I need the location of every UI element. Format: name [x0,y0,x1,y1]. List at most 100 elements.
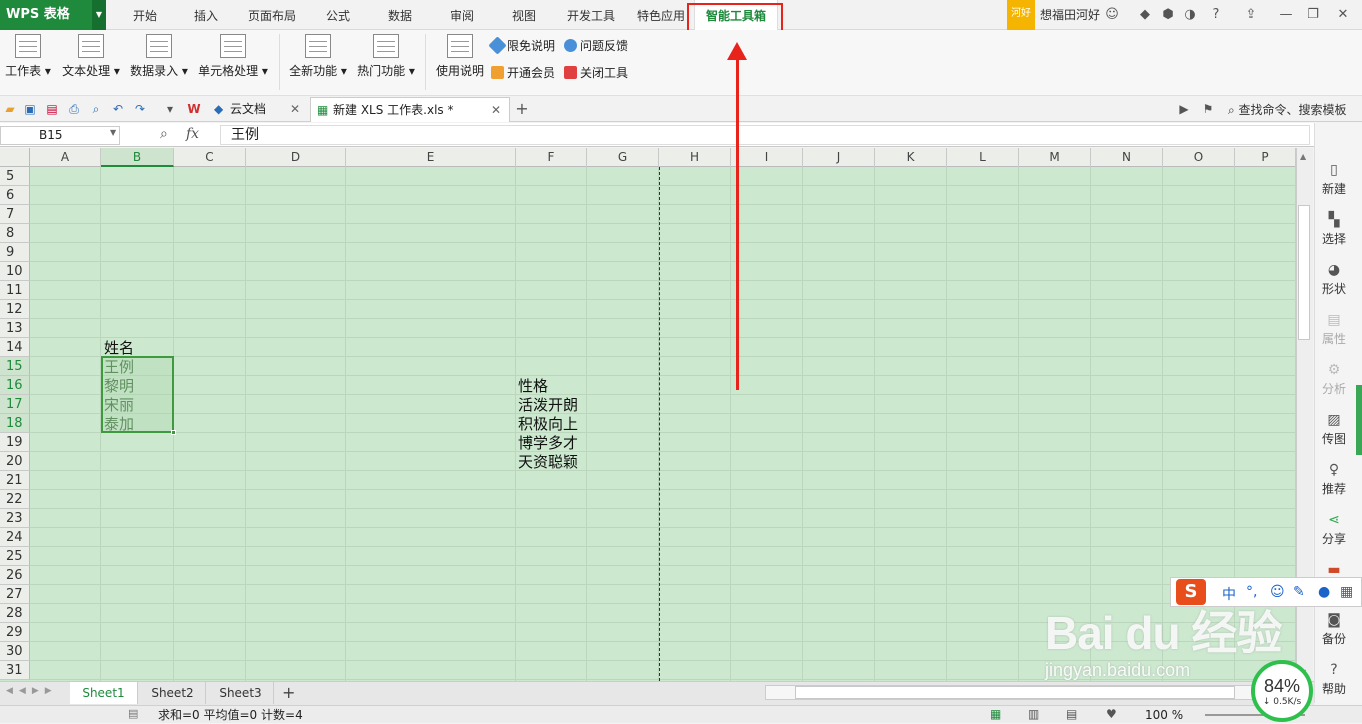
row-header-12[interactable]: 12 [0,300,30,319]
settings-icon[interactable]: ⬢ [1160,7,1176,23]
row-header-5[interactable]: 5 [0,167,30,186]
panel-share[interactable]: ⋖ 分享 [1316,512,1352,547]
vertical-scroll-thumb[interactable] [1298,205,1310,340]
network-speed-widget[interactable]: 84% ↓ 0.5K/s [1251,660,1313,722]
column-header-e[interactable]: E [346,148,516,167]
row-header-24[interactable]: 24 [0,528,30,547]
sheet-nav-icons[interactable]: ◀◀▶▶ [6,686,58,696]
share-icon[interactable]: ◑ [1182,7,1198,23]
user-name[interactable]: 想福田河好 [1040,0,1100,30]
print-preview-icon[interactable]: ⌕ [88,101,104,117]
restore-icon[interactable]: ❐ [1305,7,1321,23]
tools-icon[interactable]: ⚑ [1200,101,1216,117]
print-icon[interactable]: ⎙ [66,101,82,117]
cell-f20[interactable]: 天资聪颖 [518,453,578,472]
screen-icon[interactable]: ▶ [1176,101,1192,117]
close-tab-icon[interactable]: ✕ [290,97,300,121]
add-sheet-icon[interactable]: + [282,683,295,702]
column-header-d[interactable]: D [246,148,346,167]
close-tool-button[interactable]: 关闭工具 [564,64,628,82]
free-limit-button[interactable]: 限免说明 [488,36,555,55]
ribbon-worksheet-button[interactable]: 工作表 ▾ [4,34,52,79]
sheet-tab-3[interactable]: Sheet3 [208,682,274,704]
column-header-n[interactable]: N [1091,148,1163,167]
open-icon[interactable]: ▰ [2,101,18,117]
upload-icon[interactable]: ⇪ [1243,7,1259,23]
ribbon-hot-features-button[interactable]: 热门功能 ▾ [355,34,417,79]
wps-icon[interactable]: W [186,101,202,117]
row-header-30[interactable]: 30 [0,642,30,661]
ribbon-text-processing-button[interactable]: 文本处理 ▾ [60,34,122,79]
membership-button[interactable]: 开通会员 [491,64,555,82]
tab-special-apps[interactable]: 特色应用 [632,0,690,30]
minimize-icon[interactable]: — [1278,7,1294,23]
zoom-search-icon[interactable]: ⌕ [160,126,168,142]
cell-f18[interactable]: 积极向上 [518,415,578,434]
new-tab-icon[interactable]: + [514,101,530,117]
formula-input[interactable]: 王例 [220,125,1310,145]
select-all-corner[interactable] [0,148,30,167]
tab-review[interactable]: 审阅 [440,0,484,30]
fill-handle[interactable] [171,430,176,435]
help-icon[interactable]: ? [1208,7,1224,23]
column-header-h[interactable]: H [659,148,731,167]
panel-backup[interactable]: ◙ 备份 [1316,612,1352,647]
eye-protection-icon[interactable]: ♥ [1106,707,1117,721]
row-header-17[interactable]: 17 [0,395,30,414]
cell-f17[interactable]: 活泼开朗 [518,396,578,415]
tab-formula[interactable]: 公式 [316,0,360,30]
row-header-20[interactable]: 20 [0,452,30,471]
column-header-c[interactable]: C [174,148,246,167]
row-header-26[interactable]: 26 [0,566,30,585]
row-header-28[interactable]: 28 [0,604,30,623]
app-logo-button[interactable]: WPS 表格 ▼ [0,0,106,30]
column-header-a[interactable]: A [30,148,101,167]
chevron-down-icon[interactable]: ▼ [92,0,106,30]
name-box-dropdown-icon[interactable]: ▼ [110,128,116,137]
chevron-down-icon[interactable]: ▾ [162,101,178,117]
column-header-j[interactable]: J [803,148,875,167]
column-header-k[interactable]: K [875,148,947,167]
selection-range[interactable] [101,356,176,435]
zoom-level[interactable]: 100 % [1145,706,1183,724]
tab-workbook[interactable]: ▦ 新建 XLS 工作表.xls * ✕ [310,97,510,122]
panel-select[interactable]: ▚ 选择 [1316,212,1352,247]
ribbon-new-features-button[interactable]: 全新功能 ▾ [287,34,349,79]
ribbon-data-entry-button[interactable]: 数据录入 ▾ [128,34,190,79]
row-header-10[interactable]: 10 [0,262,30,281]
panel-send-image[interactable]: ▨ 传图 [1316,412,1352,447]
tab-developer[interactable]: 开发工具 [562,0,620,30]
row-header-23[interactable]: 23 [0,509,30,528]
close-icon[interactable]: ✕ [1335,7,1351,23]
normal-view-icon[interactable]: ▦ [990,707,1001,721]
column-header-g[interactable]: G [587,148,659,167]
row-header-16[interactable]: 16 [0,376,30,395]
panel-shapes[interactable]: ◕ 形状 [1316,262,1352,297]
grid-menu-icon[interactable]: ▦ [1340,584,1353,600]
row-header-21[interactable]: 21 [0,471,30,490]
row-header-31[interactable]: 31 [0,661,30,680]
column-header-l[interactable]: L [947,148,1019,167]
row-header-25[interactable]: 25 [0,547,30,566]
panel-recommend[interactable]: ♀ 推荐 [1316,462,1352,497]
skin-icon[interactable]: ◆ [1137,7,1153,23]
tab-page-layout[interactable]: 页面布局 [242,0,302,30]
redo-icon[interactable]: ↷ [132,101,148,117]
cell-f16[interactable]: 性格 [518,377,548,396]
export-pdf-icon[interactable]: ▤ [44,101,60,117]
column-header-b[interactable]: B [101,148,174,167]
row-header-14[interactable]: 14 [0,338,30,357]
column-header-i[interactable]: I [731,148,803,167]
name-box[interactable]: B15 [0,126,120,145]
sheet-tab-1[interactable]: Sheet1 [70,682,138,704]
row-header-27[interactable]: 27 [0,585,30,604]
column-header-m[interactable]: M [1019,148,1091,167]
tab-view[interactable]: 视图 [502,0,546,30]
feedback-button[interactable]: 问题反馈 [564,37,628,55]
microphone-icon[interactable]: ● [1318,584,1330,600]
column-header-f[interactable]: F [516,148,587,167]
row-header-15[interactable]: 15 [0,357,30,376]
tab-data[interactable]: 数据 [378,0,422,30]
page-view-icon[interactable]: ▥ [1028,707,1039,721]
ribbon-usage-button[interactable]: 使用说明 [434,34,486,79]
